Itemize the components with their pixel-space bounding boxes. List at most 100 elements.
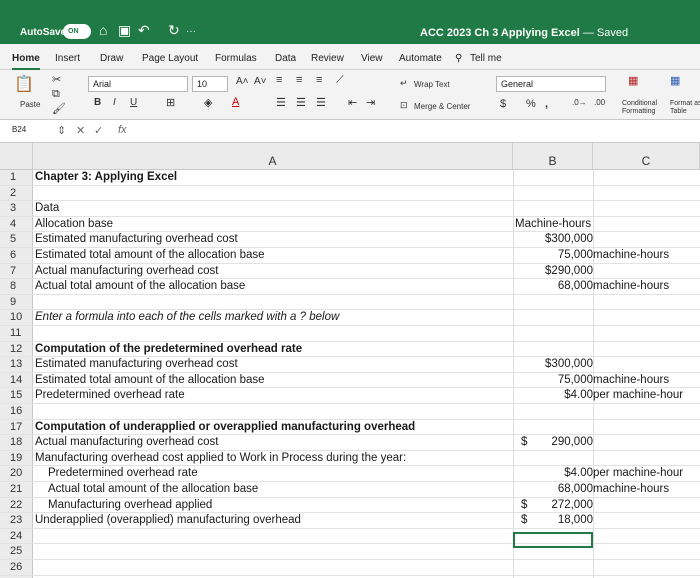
cell-a[interactable]: Data bbox=[35, 201, 59, 216]
cell-c[interactable]: machine-hours bbox=[593, 482, 669, 497]
cell-b[interactable]: 68,000 bbox=[558, 482, 593, 497]
format-as-table-icon[interactable]: ▦ bbox=[670, 74, 680, 87]
merge-icon[interactable]: ⊡ bbox=[400, 100, 408, 111]
row-number[interactable]: 19 bbox=[10, 451, 30, 466]
cell-a[interactable]: Estimated total amount of the allocation… bbox=[35, 248, 265, 263]
format-painter-icon[interactable]: 🖌 bbox=[52, 102, 66, 115]
cut-icon[interactable]: ✂ bbox=[52, 73, 61, 86]
cell-c[interactable]: per machine-hour bbox=[593, 388, 683, 403]
orientation-icon[interactable]: ⟋ bbox=[336, 74, 344, 87]
percent-icon[interactable]: % bbox=[526, 98, 536, 110]
column-header-a[interactable]: A bbox=[33, 143, 513, 170]
conditional-formatting-label[interactable]: Conditional Formatting bbox=[622, 100, 668, 116]
row-number[interactable]: 11 bbox=[10, 326, 30, 341]
row-number[interactable]: 20 bbox=[10, 466, 30, 481]
tab-data[interactable]: Data bbox=[275, 53, 296, 64]
cell-a[interactable]: Computation of underapplied or overappli… bbox=[35, 420, 415, 435]
row-number[interactable]: 16 bbox=[10, 404, 30, 419]
cell-c[interactable]: machine-hours bbox=[593, 373, 669, 388]
cell-b[interactable]: $4.00 bbox=[564, 388, 593, 403]
align-top-icon[interactable]: ≡ bbox=[276, 74, 282, 86]
row-number[interactable]: 14 bbox=[10, 373, 30, 388]
cell-a[interactable]: Estimated manufacturing overhead cost bbox=[35, 357, 238, 372]
cell-a[interactable]: Actual manufacturing overhead cost bbox=[35, 435, 218, 450]
row-number[interactable]: 21 bbox=[10, 482, 30, 497]
cell-b[interactable]: $290,000 bbox=[545, 264, 593, 279]
fill-color-icon[interactable]: ◈ bbox=[204, 96, 212, 109]
row-number[interactable]: 23 bbox=[10, 513, 30, 528]
home-icon[interactable]: ⌂ bbox=[99, 22, 107, 38]
font-size-select[interactable]: 10 bbox=[192, 76, 228, 92]
merge-center-button[interactable]: Merge & Center bbox=[414, 102, 470, 111]
autosave-toggle[interactable]: ON bbox=[63, 24, 91, 39]
cell-a[interactable]: Enter a formula into each of the cells m… bbox=[35, 310, 339, 325]
tab-automate[interactable]: Automate bbox=[399, 53, 442, 64]
row-number[interactable]: 24 bbox=[10, 529, 30, 544]
row-number[interactable]: 5 bbox=[10, 232, 30, 247]
cell-b[interactable]: 272,000 bbox=[551, 498, 593, 513]
cell-b[interactable]: 75,000 bbox=[558, 373, 593, 388]
bold-icon[interactable]: B bbox=[94, 97, 101, 108]
wrap-text-button[interactable]: Wrap Text bbox=[414, 80, 450, 89]
tab-review[interactable]: Review bbox=[311, 53, 344, 64]
font-name-select[interactable]: Arial bbox=[88, 76, 188, 92]
number-format-select[interactable]: General bbox=[496, 76, 606, 92]
row-number[interactable]: 15 bbox=[10, 388, 30, 403]
column-header-b[interactable]: B bbox=[513, 143, 593, 170]
format-as-table-label[interactable]: Format as Table bbox=[670, 100, 700, 116]
paste-icon[interactable]: 📋 bbox=[14, 74, 34, 94]
enter-icon[interactable]: ✓ bbox=[94, 124, 103, 137]
tab-view[interactable]: View bbox=[361, 53, 383, 64]
cancel-icon[interactable]: ✕ bbox=[76, 124, 85, 137]
cell-b[interactable]: $4.00 bbox=[564, 466, 593, 481]
worksheet-grid[interactable]: A B C 1 Chapter 3: Applying Excel 2 3 Data 4 A… bbox=[0, 143, 700, 578]
underline-icon[interactable]: U bbox=[130, 97, 137, 108]
cell-a[interactable]: Actual total amount of the allocation ba… bbox=[35, 279, 245, 294]
name-box-stepper[interactable]: ⇕ bbox=[57, 124, 66, 137]
cell-b[interactable]: 75,000 bbox=[558, 248, 593, 263]
cell-c[interactable]: machine-hours bbox=[593, 279, 669, 294]
row-number[interactable]: 4 bbox=[10, 217, 30, 232]
cell-a[interactable]: Estimated manufacturing overhead cost bbox=[35, 232, 238, 247]
outdent-icon[interactable]: ⇥ bbox=[366, 96, 375, 109]
row-number[interactable]: 18 bbox=[10, 435, 30, 450]
search-icon[interactable]: ⚲ bbox=[455, 53, 462, 64]
row-number[interactable]: 7 bbox=[10, 264, 30, 279]
redo-icon[interactable]: ↻ bbox=[168, 22, 180, 39]
copy-icon[interactable]: ⧉ bbox=[52, 88, 60, 101]
row-number[interactable]: 22 bbox=[10, 498, 30, 513]
more-icon[interactable]: ··· bbox=[186, 26, 196, 37]
save-icon[interactable]: ▣ bbox=[118, 22, 131, 39]
selected-cell-b24[interactable] bbox=[513, 532, 593, 548]
align-center-icon[interactable]: ☰ bbox=[296, 96, 306, 109]
cell-b[interactable]: 18,000 bbox=[558, 513, 593, 528]
cell-b[interactable]: 68,000 bbox=[558, 279, 593, 294]
row-number[interactable]: 10 bbox=[10, 310, 30, 325]
cell-b[interactable]: $300,000 bbox=[545, 357, 593, 372]
tab-home[interactable]: Home bbox=[12, 53, 40, 70]
align-right-icon[interactable]: ☰ bbox=[316, 96, 326, 109]
conditional-formatting-icon[interactable]: ▦ bbox=[628, 74, 638, 87]
tab-page-layout[interactable]: Page Layout bbox=[142, 53, 198, 64]
insert-function-button[interactable]: fx bbox=[118, 124, 127, 136]
row-number[interactable]: 17 bbox=[10, 420, 30, 435]
tab-formulas[interactable]: Formulas bbox=[215, 53, 257, 64]
align-bottom-icon[interactable]: ≡ bbox=[316, 74, 322, 86]
cell-a[interactable]: Manufacturing overhead cost applied to W… bbox=[35, 451, 406, 466]
select-all-corner[interactable] bbox=[0, 143, 33, 170]
row-number[interactable]: 25 bbox=[10, 544, 30, 559]
cell-a[interactable]: Predetermined overhead rate bbox=[48, 466, 198, 481]
row-number[interactable]: 12 bbox=[10, 342, 30, 357]
decrease-decimal-icon[interactable]: .00 bbox=[594, 98, 605, 107]
increase-decimal-icon[interactable]: .0→ bbox=[572, 98, 587, 107]
row-number[interactable]: 3 bbox=[10, 201, 30, 216]
cell-b[interactable]: 290,000 bbox=[551, 435, 593, 450]
cell-a[interactable]: Actual manufacturing overhead cost bbox=[35, 264, 218, 279]
wrap-text-icon[interactable]: ↵ bbox=[400, 78, 408, 89]
cell-a[interactable]: Manufacturing overhead applied bbox=[48, 498, 212, 513]
row-number[interactable]: 1 bbox=[10, 170, 30, 185]
indent-icon[interactable]: ⇤ bbox=[348, 96, 357, 109]
cell-c[interactable]: per machine-hour bbox=[593, 466, 683, 481]
tell-me-search[interactable]: Tell me bbox=[470, 53, 502, 64]
font-color-icon[interactable]: A bbox=[232, 96, 239, 108]
